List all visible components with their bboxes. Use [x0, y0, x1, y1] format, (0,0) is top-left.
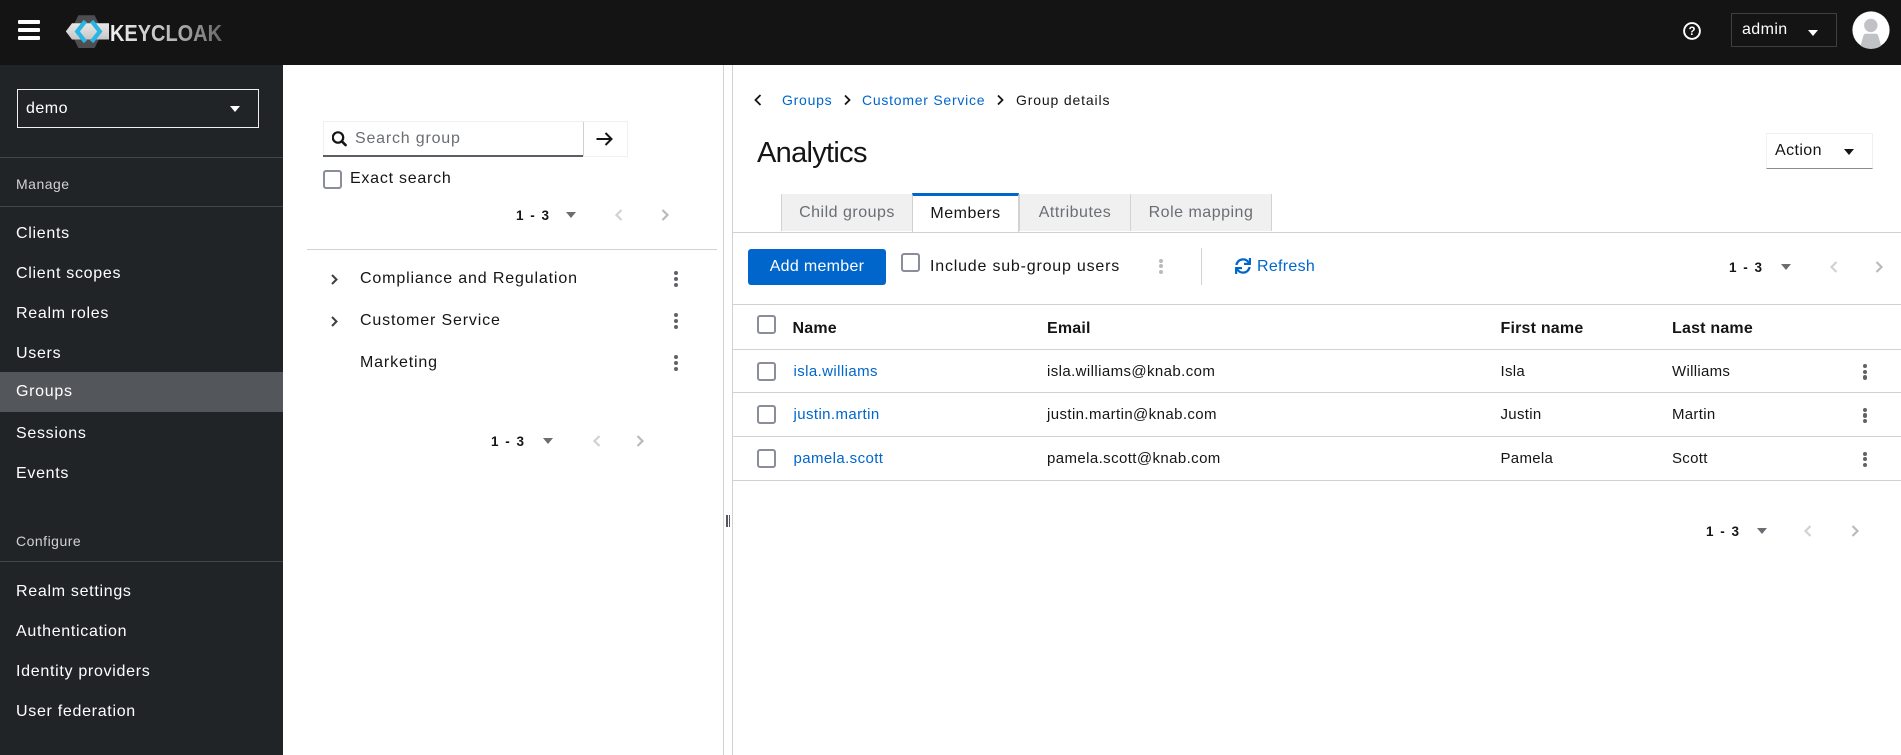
svg-text:?: ? — [1688, 26, 1695, 38]
svg-text:KEYCLOAK: KEYCLOAK — [110, 20, 222, 46]
